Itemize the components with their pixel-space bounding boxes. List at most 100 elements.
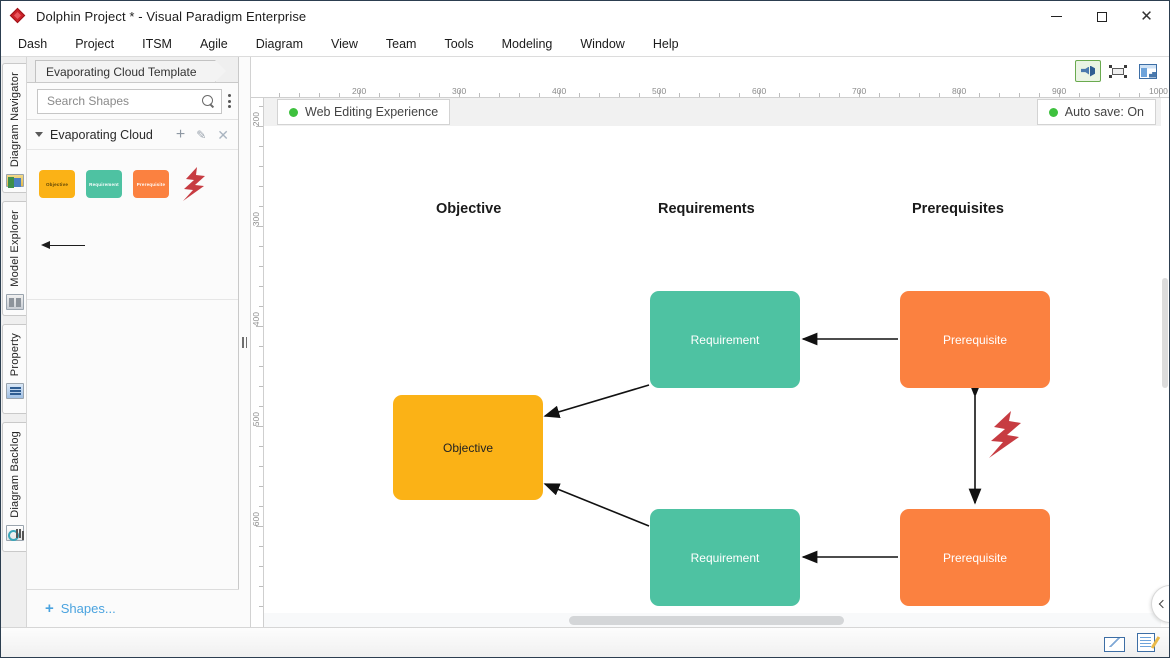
menu-item-diagram[interactable]: Diagram (245, 34, 314, 54)
kebab-menu-icon[interactable] (227, 94, 232, 108)
search-box[interactable] (37, 88, 222, 114)
canvas-horizontal-scrollbar[interactable] (264, 613, 1161, 627)
menu-item-window[interactable]: Window (569, 34, 635, 54)
horizontal-ruler[interactable]: 200 300 400 500 600 700 800 900 1000 (251, 85, 1169, 98)
ruler-h-label: 1000 (1149, 86, 1168, 96)
ruler-v-label: 300 (251, 212, 261, 227)
node-label: Requirement (690, 332, 760, 347)
palette-shape-conflict[interactable] (180, 166, 208, 202)
ruler-v-label: 600 (251, 512, 261, 527)
palette-shape-list: Objective Requirement Prerequisite (27, 150, 238, 300)
palette-shape-requirement[interactable]: Requirement (86, 170, 122, 198)
diagram-node-requirement-top[interactable]: Requirement (650, 291, 800, 388)
palette-shape-connector[interactable] (41, 240, 85, 250)
ruler-v-label: 200 (251, 112, 261, 127)
connector-req1-objective (543, 384, 650, 419)
diagram-node-objective[interactable]: Objective (393, 395, 543, 500)
note-edit-icon[interactable] (1137, 633, 1155, 652)
lightning-bolt-icon (989, 411, 1021, 458)
megaphone-icon (1079, 64, 1097, 79)
edit-shape-icon[interactable]: ✎ (196, 129, 206, 141)
mail-icon[interactable] (1104, 637, 1125, 652)
sidebar-item-model-explorer[interactable]: Model Explorer (2, 201, 26, 316)
menu-bar: Dash Project ITSM Agile Diagram View Tea… (1, 32, 1169, 57)
palette-footer[interactable]: + Shapes... (27, 589, 239, 627)
canvas-vertical-scrollbar[interactable] (1161, 98, 1169, 627)
title-bar: Dolphin Project * - Visual Paradigm Ente… (1, 1, 1169, 32)
menu-item-help[interactable]: Help (642, 34, 690, 54)
announcement-button[interactable] (1075, 60, 1101, 82)
palette-group-title: Evaporating Cloud (50, 127, 153, 142)
connector-req2-objective (543, 483, 650, 527)
sidebar-item-label: Diagram Navigator (8, 72, 21, 168)
minimize-icon[interactable] (1034, 1, 1079, 32)
tab-evaporating-cloud-template[interactable]: Evaporating Cloud Template (35, 60, 227, 82)
menu-item-view[interactable]: View (320, 34, 369, 54)
ruler-h-label: 800 (952, 86, 967, 96)
sidebar-item-diagram-navigator[interactable]: Diagram Navigator (2, 63, 26, 193)
diagram-backlog-icon (5, 524, 24, 541)
model-explorer-icon (5, 293, 24, 310)
window-title: Dolphin Project * - Visual Paradigm Ente… (36, 9, 307, 24)
ruler-h-label: 700 (852, 86, 867, 96)
menu-item-project[interactable]: Project (64, 34, 125, 54)
shape-palette-panel: Evaporating Cloud Template Evaporating C… (27, 57, 239, 627)
search-icon[interactable] (202, 94, 215, 108)
lightning-bolt-icon (183, 167, 205, 201)
menu-item-team[interactable]: Team (375, 34, 428, 54)
palette-group-header[interactable]: Evaporating Cloud + ✎ ✕ (27, 120, 238, 150)
add-shapes-plus-icon: + (45, 600, 54, 617)
palette-shape-prerequisite[interactable]: Prerequisite (133, 170, 169, 198)
sidebar-item-label: Diagram Backlog (8, 431, 21, 518)
ruler-h-label: 400 (552, 86, 567, 96)
editor-toolbar (251, 57, 1169, 85)
ruler-h-label: 600 (752, 86, 767, 96)
add-shape-icon[interactable]: + (176, 126, 185, 143)
ruler-h-label: 500 (652, 86, 667, 96)
fit-selection-button[interactable] (1105, 60, 1131, 82)
caret-down-icon[interactable] (35, 132, 43, 137)
node-label: Prerequisite (942, 550, 1008, 565)
scrollbar-thumb[interactable] (1162, 278, 1168, 388)
palette-shape-objective[interactable]: Objective (39, 170, 75, 198)
ruler-h-label: 900 (1052, 86, 1067, 96)
scrollbar-thumb[interactable] (569, 616, 844, 625)
vertical-ruler[interactable]: 200 300 400 500 600 (251, 98, 264, 627)
close-group-icon[interactable]: ✕ (217, 128, 229, 142)
maximize-icon[interactable] (1079, 1, 1124, 32)
window-layout-icon (1139, 63, 1157, 79)
ruler-h-label: 300 (452, 86, 467, 96)
node-label: Prerequisite (942, 332, 1008, 347)
window-controls: ✕ (1034, 1, 1169, 32)
sidebar-item-label: Model Explorer (8, 210, 21, 287)
diagram-canvas[interactable]: Web Editing Experience Auto save: On Obj… (264, 98, 1161, 627)
sidebar-item-property[interactable]: Property (2, 324, 26, 414)
menu-item-agile[interactable]: Agile (189, 34, 239, 54)
diagram-node-prerequisite-bottom[interactable]: Prerequisite (900, 509, 1050, 606)
menu-item-itsm[interactable]: ITSM (131, 34, 183, 54)
property-icon (5, 383, 24, 400)
search-row (27, 83, 238, 120)
diagram-node-prerequisite-top[interactable]: Prerequisite (900, 291, 1050, 388)
diagram-node-requirement-bottom[interactable]: Requirement (650, 509, 800, 606)
splitter-grip-icon (242, 336, 247, 348)
shapes-link[interactable]: Shapes... (61, 601, 116, 616)
ruler-h-label: 200 (352, 86, 367, 96)
fit-shape-icon (1109, 64, 1127, 79)
menu-item-tools[interactable]: Tools (433, 34, 484, 54)
diagram-navigator-icon (5, 174, 24, 188)
diagram-editor: 200 300 400 500 600 700 800 900 1000 200… (251, 57, 1169, 627)
panel-layout-button[interactable] (1135, 60, 1161, 82)
search-input[interactable] (47, 94, 202, 108)
node-label: Requirement (690, 550, 760, 565)
chevron-left-icon (1158, 599, 1167, 609)
tab-label: Evaporating Cloud Template (46, 64, 197, 79)
palette-tab-row: Evaporating Cloud Template (27, 57, 238, 83)
ruler-v-label: 500 (251, 412, 261, 427)
sidebar-item-diagram-backlog[interactable]: Diagram Backlog (2, 422, 26, 552)
menu-item-dash[interactable]: Dash (7, 34, 58, 54)
application-window: Dolphin Project * - Visual Paradigm Ente… (0, 0, 1170, 658)
panel-splitter[interactable] (239, 57, 251, 627)
close-icon[interactable]: ✕ (1124, 1, 1169, 32)
menu-item-modeling[interactable]: Modeling (491, 34, 564, 54)
